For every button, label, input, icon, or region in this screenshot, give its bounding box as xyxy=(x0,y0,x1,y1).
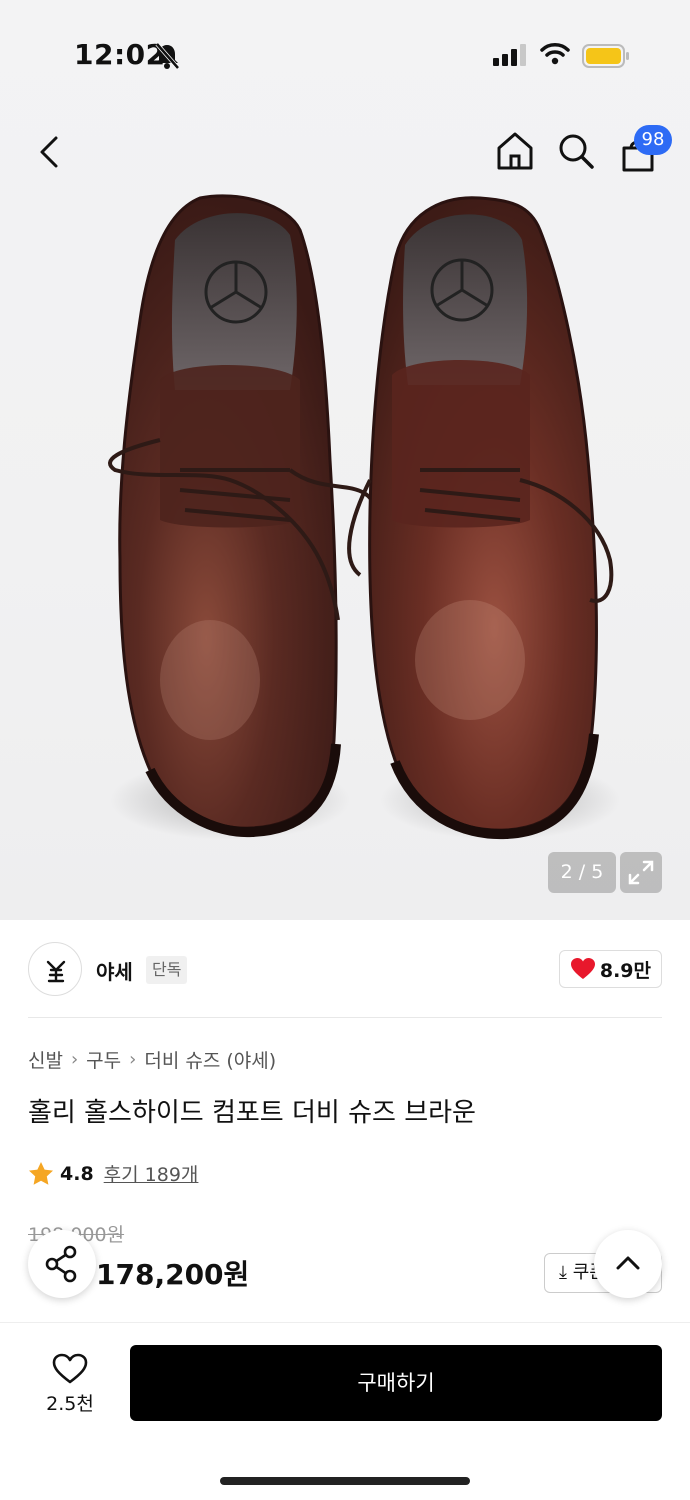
breadcrumb-item[interactable]: 신발 xyxy=(28,1046,63,1073)
heart-outline-icon xyxy=(52,1353,88,1384)
share-icon xyxy=(45,1245,77,1283)
back-icon[interactable] xyxy=(30,130,70,174)
sale-price: 178,200원 xyxy=(96,1258,250,1291)
signal-icon xyxy=(493,44,526,66)
expand-button[interactable] xyxy=(620,852,662,893)
breadcrumb-item[interactable]: 더비 슈즈 (야세) xyxy=(144,1046,276,1073)
expand-icon xyxy=(628,860,654,885)
status-bar: 12:02 xyxy=(0,0,690,110)
status-time: 12:02 xyxy=(74,38,166,71)
product-image-gallery[interactable]: 12:02 98 2 / 5 xyxy=(0,0,690,920)
brand-like-button[interactable]: 8.9만 xyxy=(558,950,662,988)
search-icon[interactable] xyxy=(556,130,596,172)
product-title: 홀리 홀스하이드 컴포트 더비 슈즈 브라운 xyxy=(28,1098,476,1128)
scroll-top-button[interactable] xyxy=(594,1230,662,1298)
image-counter: 2 / 5 xyxy=(548,852,616,893)
star-icon xyxy=(29,1162,53,1185)
brand-logo-icon xyxy=(46,960,66,983)
rating-row[interactable]: 4.8 후기 189개 xyxy=(28,1160,198,1187)
chevron-right-icon: › xyxy=(129,1049,137,1070)
share-button[interactable] xyxy=(28,1230,96,1298)
brand-like-count: 8.9만 xyxy=(599,959,651,982)
brand-row[interactable]: 야세 단독 8.9만 xyxy=(28,940,662,1000)
wishlist-count: 2.5천 xyxy=(46,1393,94,1415)
exclusive-tag: 단독 xyxy=(146,956,188,984)
wifi-icon xyxy=(540,43,570,65)
battery-icon xyxy=(582,44,629,68)
bottom-action-bar: 2.5천 구매하기 xyxy=(0,1322,690,1500)
cart-count-badge: 98 xyxy=(634,125,672,155)
wishlist-button[interactable]: 2.5천 xyxy=(30,1347,110,1419)
heart-filled-icon xyxy=(570,958,595,979)
bell-off-icon xyxy=(155,42,180,70)
home-indicator xyxy=(220,1477,470,1485)
chevron-up-icon xyxy=(616,1256,640,1270)
divider xyxy=(28,1017,662,1018)
review-count-link[interactable]: 후기 189개 xyxy=(104,1160,199,1187)
breadcrumb: 신발 › 구두 › 더비 슈즈 (야세) xyxy=(28,1046,276,1073)
brand-name[interactable]: 야세 xyxy=(96,956,133,985)
buy-button[interactable]: 구매하기 xyxy=(130,1345,662,1421)
rating-value: 4.8 xyxy=(60,1162,94,1185)
download-icon: ⤓ xyxy=(559,1262,567,1283)
chevron-right-icon: › xyxy=(70,1049,79,1070)
breadcrumb-item[interactable]: 구두 xyxy=(86,1046,121,1073)
brand-logo[interactable] xyxy=(28,942,82,996)
home-icon[interactable] xyxy=(494,130,536,172)
